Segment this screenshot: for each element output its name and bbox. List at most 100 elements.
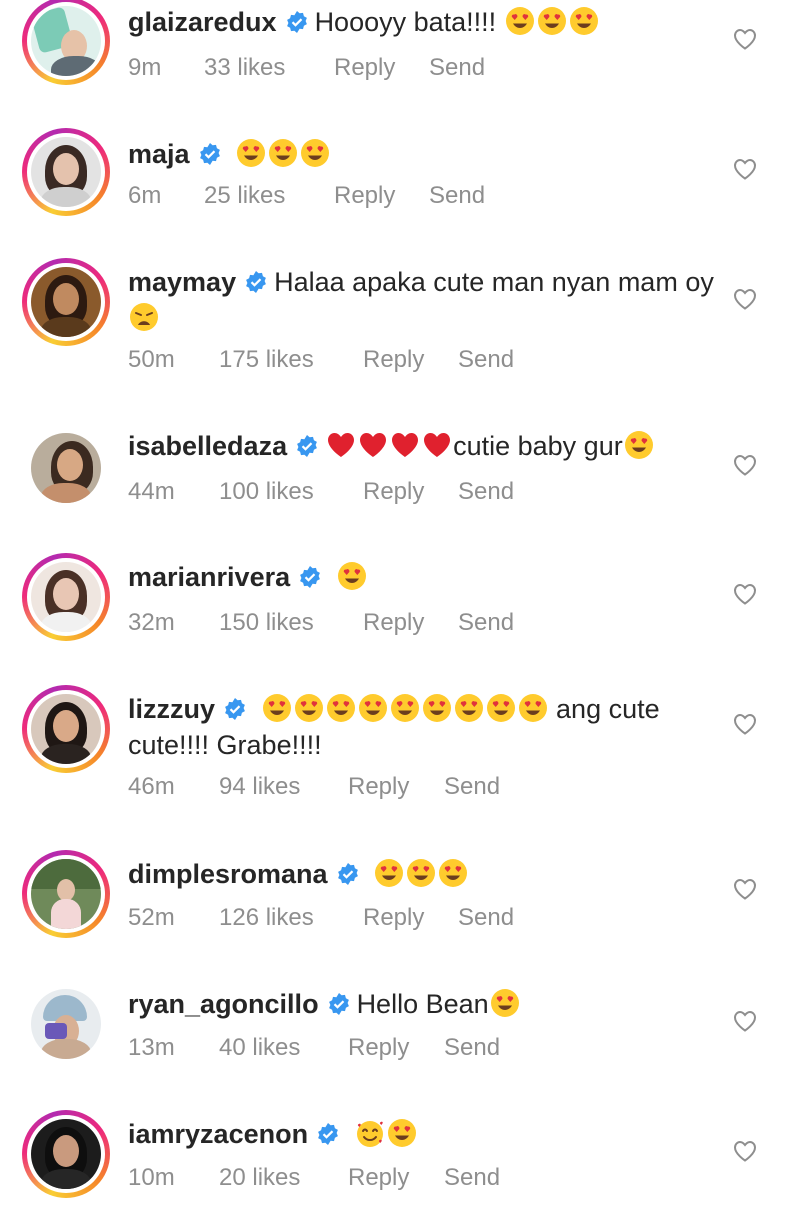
reply-button[interactable]: Reply bbox=[348, 1164, 409, 1192]
comment-likes[interactable]: 126 likes bbox=[219, 904, 314, 932]
heart-eyes-emoji-icon bbox=[326, 694, 355, 722]
reply-button[interactable]: Reply bbox=[363, 609, 424, 637]
heart-eyes-emoji-icon bbox=[518, 694, 547, 722]
avatar[interactable] bbox=[31, 859, 101, 929]
avatar[interactable] bbox=[31, 1119, 101, 1189]
comment-likes[interactable]: 150 likes bbox=[219, 609, 314, 637]
heart-eyes-emoji-icon bbox=[624, 431, 653, 459]
comment-username[interactable]: glaizaredux bbox=[128, 7, 277, 37]
send-button[interactable]: Send bbox=[444, 1034, 500, 1062]
comment-text: cutie baby gur bbox=[453, 431, 623, 461]
comment-username[interactable]: iamryzacenon bbox=[128, 1119, 308, 1149]
red-heart-emoji-icon bbox=[328, 433, 355, 457]
reply-button[interactable]: Reply bbox=[363, 904, 424, 932]
like-heart-icon[interactable] bbox=[733, 454, 757, 476]
story-ring[interactable] bbox=[22, 128, 110, 216]
story-ring[interactable] bbox=[22, 850, 110, 938]
comment-time: 13m bbox=[128, 1034, 175, 1061]
story-ring[interactable] bbox=[22, 0, 110, 85]
comment-time: 46m bbox=[128, 773, 175, 800]
comment-text: Halaa apaka cute man nyan mam oy bbox=[274, 267, 714, 297]
comment-username[interactable]: maymay bbox=[128, 267, 236, 297]
verified-badge-icon bbox=[246, 271, 266, 293]
comment-text: Hoooyy bata!!!! bbox=[314, 7, 497, 37]
comment-likes[interactable]: 175 likes bbox=[219, 346, 314, 374]
send-button[interactable]: Send bbox=[429, 182, 485, 210]
verified-badge-icon bbox=[328, 993, 349, 1015]
like-heart-icon[interactable] bbox=[733, 713, 757, 735]
verified-badge-icon bbox=[337, 863, 358, 885]
verified-badge-icon bbox=[318, 1123, 338, 1145]
comment-username[interactable]: marianrivera bbox=[128, 562, 290, 592]
comment-likes[interactable]: 100 likes bbox=[219, 478, 314, 506]
comment-username[interactable]: isabelledaza bbox=[128, 431, 287, 461]
avatar[interactable] bbox=[31, 137, 101, 207]
avatar[interactable] bbox=[31, 694, 101, 764]
comment-username[interactable]: ryan_agoncillo bbox=[128, 989, 319, 1019]
heart-eyes-emoji-icon bbox=[387, 1119, 416, 1147]
like-heart-icon[interactable] bbox=[733, 1010, 757, 1032]
heart-eyes-emoji-icon bbox=[439, 859, 468, 887]
like-heart-icon[interactable] bbox=[733, 158, 757, 180]
comment-username[interactable]: maja bbox=[128, 139, 190, 169]
heart-eyes-emoji-icon bbox=[490, 989, 519, 1017]
heart-eyes-emoji-icon bbox=[301, 139, 330, 167]
reply-button[interactable]: Reply bbox=[348, 773, 409, 801]
heart-eyes-emoji-icon bbox=[337, 562, 366, 590]
avatar-frame[interactable] bbox=[22, 424, 110, 512]
comment-time: 52m bbox=[128, 904, 175, 931]
verified-badge-icon bbox=[199, 143, 220, 165]
send-button[interactable]: Send bbox=[444, 773, 500, 801]
story-ring[interactable] bbox=[22, 685, 110, 773]
comment-time: 50m bbox=[128, 346, 175, 373]
heart-eyes-emoji-icon bbox=[454, 694, 483, 722]
avatar[interactable] bbox=[31, 6, 101, 76]
avatar[interactable] bbox=[31, 989, 101, 1059]
comment-username[interactable]: dimplesromana bbox=[128, 859, 328, 889]
verified-badge-icon bbox=[225, 698, 245, 720]
comment-username[interactable]: lizzzuy bbox=[128, 694, 215, 724]
emoji-group bbox=[261, 694, 549, 724]
story-ring[interactable] bbox=[22, 1110, 110, 1198]
reply-button[interactable]: Reply bbox=[348, 1034, 409, 1062]
reply-button[interactable]: Reply bbox=[363, 478, 424, 506]
like-heart-icon[interactable] bbox=[733, 1140, 757, 1162]
reply-button[interactable]: Reply bbox=[363, 346, 424, 374]
comment-likes[interactable]: 94 likes bbox=[219, 773, 300, 801]
send-button[interactable]: Send bbox=[458, 609, 514, 637]
comment-time: 6m bbox=[128, 182, 162, 209]
like-heart-icon[interactable] bbox=[733, 28, 757, 50]
emoji-group bbox=[228, 139, 332, 169]
heart-eyes-emoji-icon bbox=[269, 139, 298, 167]
reply-button[interactable]: Reply bbox=[334, 54, 395, 82]
comment-likes[interactable]: 25 likes bbox=[204, 182, 285, 210]
red-heart-emoji-icon bbox=[360, 433, 387, 457]
like-heart-icon[interactable] bbox=[733, 288, 757, 310]
comment-likes[interactable]: 40 likes bbox=[219, 1034, 300, 1062]
like-heart-icon[interactable] bbox=[733, 878, 757, 900]
heart-eyes-emoji-icon bbox=[505, 7, 534, 35]
reply-button[interactable]: Reply bbox=[334, 182, 395, 210]
send-button[interactable]: Send bbox=[458, 904, 514, 932]
avatar[interactable] bbox=[31, 433, 101, 503]
weary-face-emoji-icon bbox=[130, 303, 158, 331]
avatar-frame[interactable] bbox=[22, 980, 110, 1068]
comment-likes[interactable]: 20 likes bbox=[219, 1164, 300, 1192]
heart-eyes-emoji-icon bbox=[294, 694, 323, 722]
send-button[interactable]: Send bbox=[458, 346, 514, 374]
avatar[interactable] bbox=[31, 562, 101, 632]
comment-likes[interactable]: 33 likes bbox=[204, 54, 285, 82]
avatar[interactable] bbox=[31, 267, 101, 337]
send-button[interactable]: Send bbox=[444, 1164, 500, 1192]
send-button[interactable]: Send bbox=[429, 54, 485, 82]
emoji-group bbox=[354, 1119, 418, 1149]
story-ring[interactable] bbox=[22, 553, 110, 641]
heart-eyes-emoji-icon bbox=[422, 694, 451, 722]
like-heart-icon[interactable] bbox=[733, 583, 757, 605]
smiling-face-with-hearts-emoji-icon bbox=[356, 1121, 383, 1147]
verified-badge-icon bbox=[300, 566, 321, 588]
story-ring[interactable] bbox=[22, 258, 110, 346]
send-button[interactable]: Send bbox=[458, 478, 514, 506]
comment-time: 10m bbox=[128, 1164, 175, 1191]
comment-time: 32m bbox=[128, 609, 175, 636]
